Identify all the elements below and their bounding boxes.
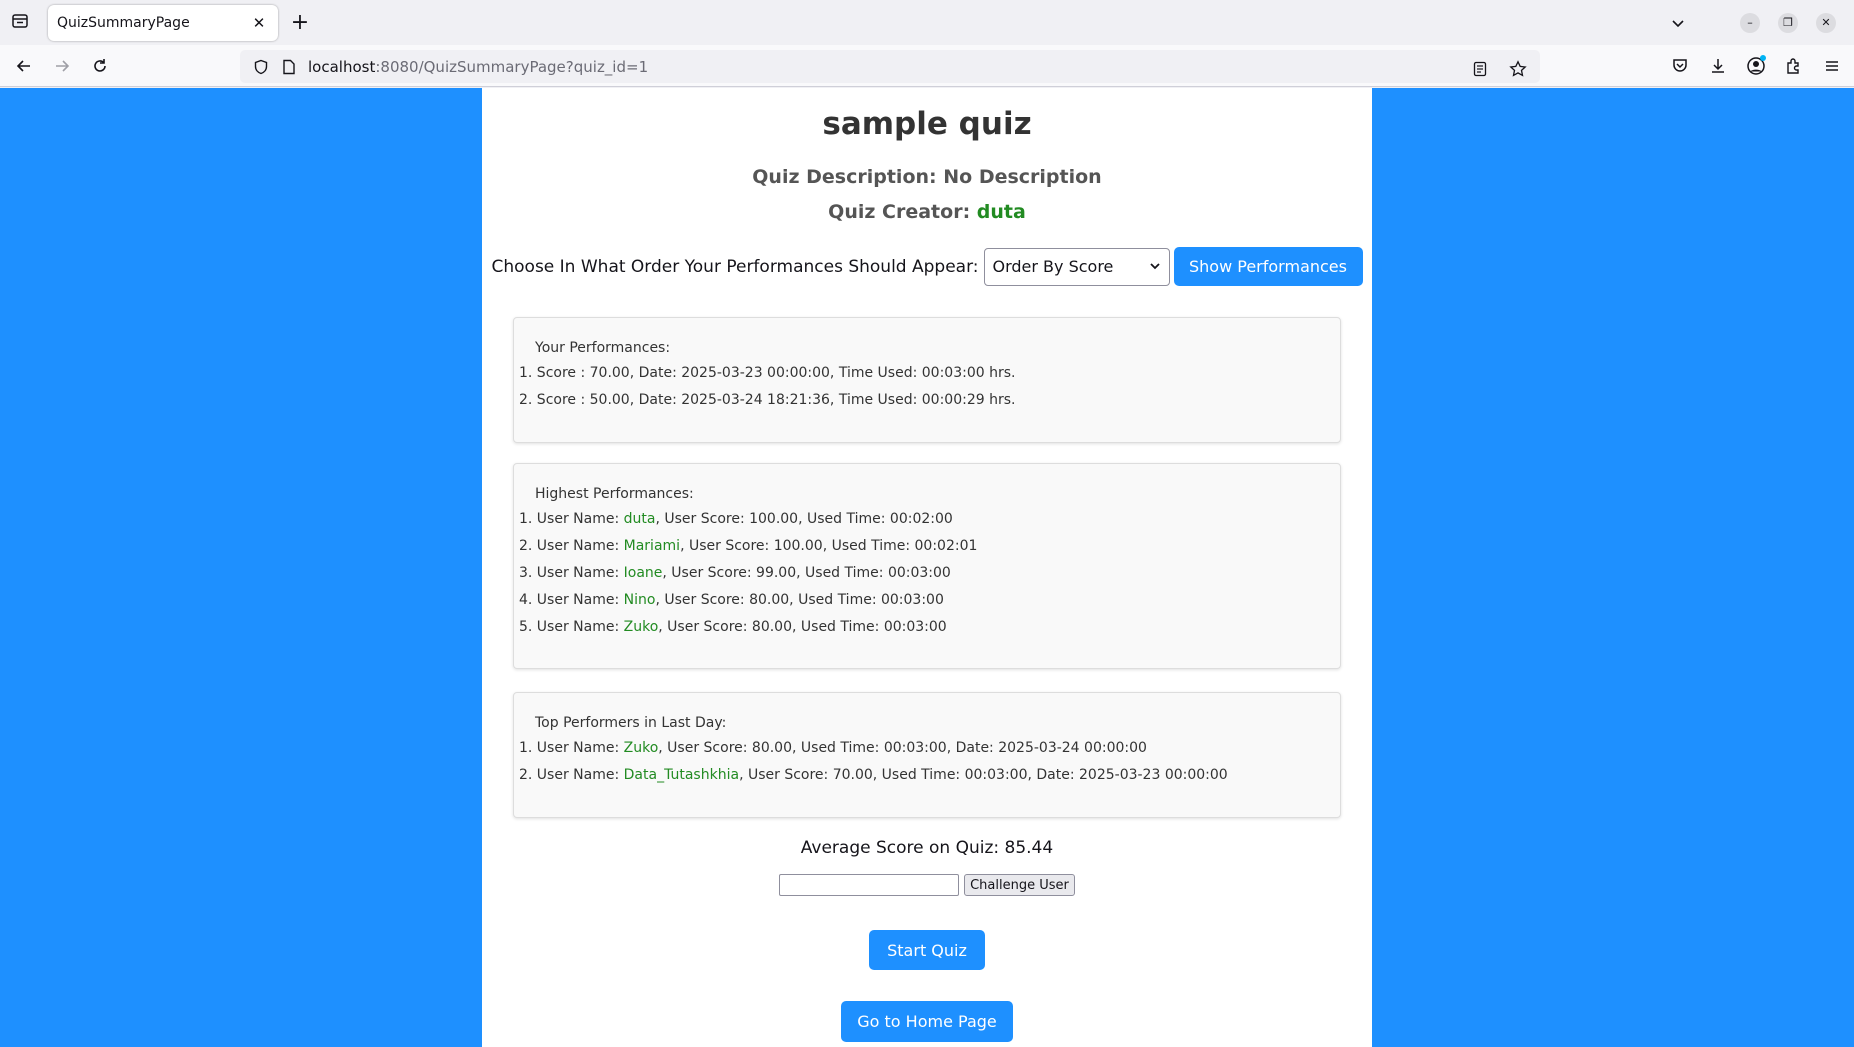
user-name-link[interactable]: Data_Tutashkhia [624, 767, 739, 783]
extensions-icon[interactable] [1782, 54, 1806, 78]
browser-tab[interactable]: QuizSummaryPage ✕ [48, 5, 278, 41]
creator-label: Quiz Creator: [828, 201, 971, 223]
list-item: 5. User Name: Zuko, User Score: 80.00, U… [514, 617, 1340, 644]
list-item: 2. User Name: Mariami, User Score: 100.0… [514, 536, 1340, 563]
chevron-down-icon [1149, 257, 1161, 276]
quiz-creator: Quiz Creator: duta [482, 201, 1372, 223]
highest-performances-panel: Highest Performances: 1. User Name: duta… [513, 463, 1341, 669]
new-tab-icon[interactable]: + [288, 11, 312, 35]
your-performances-title: Your Performances: [535, 340, 671, 356]
url-text: localhost:8080/QuizSummaryPage?quiz_id=1 [308, 58, 648, 76]
list-item: 2. User Name: Data_Tutashkhia, User Scor… [514, 765, 1340, 792]
user-name-link[interactable]: Nino [624, 592, 656, 608]
close-icon[interactable]: ✕ [250, 14, 268, 32]
description-label: Quiz Description: [752, 166, 937, 188]
window-controls: – ❐ ✕ [1666, 0, 1854, 45]
url-path: :8080/QuizSummaryPage?quiz_id=1 [375, 57, 649, 76]
url-bar[interactable]: localhost:8080/QuizSummaryPage?quiz_id=1 [240, 50, 1540, 83]
menu-icon[interactable] [1820, 54, 1844, 78]
firefox-view-icon[interactable] [8, 9, 32, 33]
list-item: 1. User Name: Zuko, User Score: 80.00, U… [514, 738, 1340, 765]
start-quiz-button[interactable]: Start Quiz [869, 930, 985, 970]
browser-navbar: localhost:8080/QuizSummaryPage?quiz_id=1 [0, 45, 1854, 87]
url-actions [1468, 57, 1530, 81]
challenge-user-button[interactable]: Challenge User [964, 874, 1075, 896]
account-icon[interactable] [1744, 54, 1768, 78]
item-details: , User Score: 80.00, Used Time: 00:03:00 [655, 592, 944, 608]
list-item: 2. Score : 50.00, Date: 2025-03-24 18:21… [519, 392, 1016, 408]
home-page-button[interactable]: Go to Home Page [841, 1001, 1013, 1042]
download-icon[interactable] [1706, 54, 1730, 78]
item-prefix: 2. User Name: [519, 538, 624, 554]
forward-icon[interactable] [50, 54, 74, 78]
browser-tabbar: QuizSummaryPage ✕ + – ❐ ✕ [0, 0, 1854, 45]
window-close-icon[interactable]: ✕ [1816, 12, 1836, 33]
back-icon[interactable] [12, 54, 36, 78]
page-title: sample quiz [822, 106, 1032, 142]
item-prefix: 1. User Name: [519, 740, 624, 756]
reload-icon[interactable] [88, 54, 112, 78]
order-selected-value: Order By Score [992, 257, 1114, 276]
pocket-icon[interactable] [1668, 54, 1692, 78]
item-details: , User Score: 80.00, Used Time: 00:03:00 [658, 619, 947, 635]
your-performances-list: 1. Score : 70.00, Date: 2025-03-23 00:00… [514, 363, 1340, 417]
shield-icon[interactable] [252, 58, 270, 76]
order-select[interactable]: Order By Score [983, 247, 1170, 286]
toolbar-right [1668, 54, 1844, 78]
highest-performances-title: Highest Performances: [535, 486, 694, 502]
item-prefix: 3. User Name: [519, 565, 624, 581]
quiz-description: Quiz Description: No Description [482, 166, 1372, 188]
item-details: , User Score: 100.00, Used Time: 00:02:0… [655, 511, 953, 527]
chevron-down-icon[interactable] [1666, 11, 1690, 35]
user-name-link[interactable]: Ioane [624, 565, 663, 581]
list-item: 1. User Name: duta, User Score: 100.00, … [514, 509, 1340, 536]
item-details: , User Score: 99.00, Used Time: 00:03:00 [662, 565, 951, 581]
minimize-icon[interactable]: – [1740, 12, 1760, 33]
item-prefix: 2. User Name: [519, 767, 624, 783]
challenge-user-input[interactable] [779, 874, 960, 896]
top-performers-title: Top Performers in Last Day: [535, 715, 727, 731]
restore-icon[interactable]: ❐ [1778, 12, 1798, 33]
user-name-link[interactable]: Zuko [624, 619, 659, 635]
average-score: Average Score on Quiz: 85.44 [800, 838, 1054, 858]
tab-title: QuizSummaryPage [57, 15, 190, 31]
user-name-link[interactable]: duta [624, 511, 656, 527]
top-performers-list: 1. User Name: Zuko, User Score: 80.00, U… [514, 738, 1340, 792]
item-prefix: 1. User Name: [519, 511, 624, 527]
your-performances-panel: Your Performances: 1. Score : 70.00, Dat… [513, 317, 1341, 443]
page-icon[interactable] [280, 58, 298, 76]
url-host: localhost [308, 57, 376, 76]
creator-name: duta [976, 201, 1026, 223]
show-performances-button[interactable]: Show Performances [1173, 247, 1363, 286]
item-details: , User Score: 80.00, Used Time: 00:03:00… [658, 740, 1147, 756]
quiz-summary-container: sample quiz Quiz Description: No Descrip… [482, 88, 1372, 1047]
item-details: , User Score: 100.00, Used Time: 00:02:0… [680, 538, 978, 554]
item-details: , User Score: 70.00, Used Time: 00:03:00… [739, 767, 1228, 783]
highest-performances-list: 1. User Name: duta, User Score: 100.00, … [514, 509, 1340, 644]
reader-view-icon[interactable] [1468, 57, 1492, 81]
user-name-link[interactable]: Mariami [624, 538, 680, 554]
notification-dot [1760, 55, 1766, 61]
user-name-link[interactable]: Zuko [624, 740, 659, 756]
list-item: 3. User Name: Ioane, User Score: 99.00, … [514, 563, 1340, 590]
page-viewport: sample quiz Quiz Description: No Descrip… [0, 88, 1854, 1047]
description-value: No Description [943, 166, 1102, 188]
list-item: 4. User Name: Nino, User Score: 80.00, U… [514, 590, 1340, 617]
order-row: Choose In What Order Your Performances S… [482, 247, 1372, 286]
order-label: Choose In What Order Your Performances S… [491, 256, 979, 277]
item-prefix: 5. User Name: [519, 619, 624, 635]
challenge-row: Challenge User [482, 874, 1372, 896]
bookmark-star-icon[interactable] [1506, 57, 1530, 81]
top-performers-panel: Top Performers in Last Day: 1. User Name… [513, 692, 1341, 818]
item-prefix: 4. User Name: [519, 592, 624, 608]
list-item: 1. Score : 70.00, Date: 2025-03-23 00:00… [519, 365, 1016, 381]
